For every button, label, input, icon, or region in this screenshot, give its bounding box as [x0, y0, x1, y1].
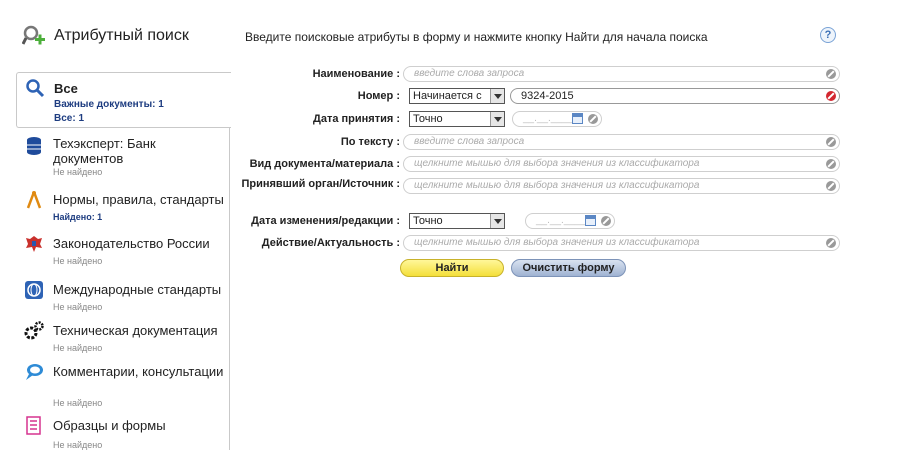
sidebar-item-label: Международные стандарты	[53, 282, 222, 297]
database-icon	[27, 137, 41, 155]
globe-icon	[25, 281, 43, 299]
find-button[interactable]: Найти	[400, 259, 504, 277]
accept-date-row: Дата принятия : Точно __.__.____	[230, 111, 850, 129]
change-date-input[interactable]: __.__.____	[525, 213, 615, 229]
status-input[interactable]: щелкните мышью для выбора значения из кл…	[403, 235, 840, 251]
instruction-text: Введите поисковые атрибуты в форму и наж…	[245, 30, 708, 44]
sidebar-item-status: Не найдено	[53, 398, 103, 408]
change-date-row: Дата изменения/редакции : Точно __.__.__…	[230, 213, 850, 231]
chevron-down-icon	[490, 89, 504, 103]
clear-icon[interactable]	[826, 91, 836, 101]
clear-icon[interactable]	[588, 114, 598, 124]
doctype-input[interactable]: щелкните мышью для выбора значения из кл…	[403, 156, 840, 172]
sidebar-item-label: Техэксперт: Банк документов	[53, 136, 156, 166]
sidebar-item-all[interactable]: Все Важные документы: 1 Все: 1	[16, 72, 231, 128]
found-count[interactable]: Найдено: 1	[53, 212, 102, 222]
clear-icon[interactable]	[826, 238, 836, 248]
gears-icon	[24, 321, 44, 340]
form-icon	[26, 416, 41, 435]
sidebar-item-label: Комментарии, консультации	[53, 364, 224, 379]
change-date-mode-value: Точно	[413, 215, 443, 227]
calendar-icon[interactable]	[585, 215, 596, 226]
number-label: Номер :	[357, 90, 400, 102]
status-label: Действие/Актуальность :	[261, 237, 400, 249]
chevron-down-icon	[490, 214, 504, 228]
clear-form-button[interactable]: Очистить форму	[511, 259, 626, 277]
change-date-mode-select[interactable]: Точно	[409, 213, 505, 229]
status-row: Действие/Актуальность : щелкните мышью д…	[230, 235, 850, 253]
clear-icon[interactable]	[826, 137, 836, 147]
number-input[interactable]: 9324-2015	[510, 88, 840, 104]
org-row: Принявший орган/Источник : щелкните мышь…	[230, 178, 850, 196]
search-icon	[26, 79, 45, 98]
name-row: Наименование : введите слова запроса	[230, 66, 850, 84]
doctype-row: Вид документа/материала : щелкните мышью…	[230, 156, 850, 174]
clear-icon[interactable]	[826, 181, 836, 191]
sidebar-item-status: Не найдено	[53, 302, 103, 312]
emblem-icon	[26, 236, 42, 252]
number-mode-value: Начинается с	[413, 90, 482, 102]
page-title: Атрибутный поиск	[54, 27, 189, 44]
number-row: Номер : Начинается с 9324-2015	[230, 88, 850, 106]
all-count[interactable]: Все: 1	[54, 113, 84, 124]
sidebar: Все Важные документы: 1 Все: 1 Техэкспер…	[16, 72, 231, 450]
date-placeholder: __.__.____	[523, 113, 574, 124]
compass-icon	[26, 191, 42, 209]
name-input[interactable]: введите слова запроса	[403, 66, 840, 82]
sidebar-item-label: Нормы, правила, стандарты	[53, 192, 224, 207]
accept-date-mode-value: Точно	[413, 113, 443, 125]
sidebar-item-status: Не найдено	[53, 167, 103, 177]
sidebar-item-label: Все	[54, 81, 78, 96]
name-label: Наименование :	[312, 68, 400, 80]
accept-date-input[interactable]: __.__.____	[512, 111, 602, 127]
chevron-down-icon	[490, 112, 504, 126]
sidebar-item-status: Не найдено	[53, 256, 103, 266]
date-placeholder: __.__.____	[536, 215, 587, 226]
search-plus-icon	[22, 25, 45, 45]
doctype-label: Вид документа/материала :	[249, 158, 400, 170]
accept-date-mode-select[interactable]: Точно	[409, 111, 505, 127]
org-input[interactable]: щелкните мышью для выбора значения из кл…	[403, 178, 840, 194]
text-input[interactable]: введите слова запроса	[403, 134, 840, 150]
chat-icon	[26, 364, 43, 380]
sidebar-item-label: Образцы и формы	[53, 418, 166, 433]
sidebar-item-status: Не найдено	[53, 440, 103, 450]
sidebar-item-label: Законодательство России	[53, 236, 210, 251]
text-label: По тексту :	[340, 136, 400, 148]
sidebar-item-status: Не найдено	[53, 343, 103, 353]
number-mode-select[interactable]: Начинается с	[409, 88, 505, 104]
change-date-label: Дата изменения/редакции :	[251, 215, 400, 227]
important-count[interactable]: Важные документы: 1	[54, 99, 164, 110]
org-label: Принявший орган/Источник :	[241, 178, 400, 190]
calendar-icon[interactable]	[572, 113, 583, 124]
clear-icon[interactable]	[826, 159, 836, 169]
help-icon[interactable]: ?	[820, 27, 836, 43]
accept-date-label: Дата принятия :	[313, 113, 400, 125]
text-row: По тексту : введите слова запроса	[230, 134, 850, 152]
clear-icon[interactable]	[826, 69, 836, 79]
number-value: 9324-2015	[521, 90, 574, 102]
sidebar-item-label: Техническая документация	[53, 323, 218, 338]
clear-icon[interactable]	[601, 216, 611, 226]
